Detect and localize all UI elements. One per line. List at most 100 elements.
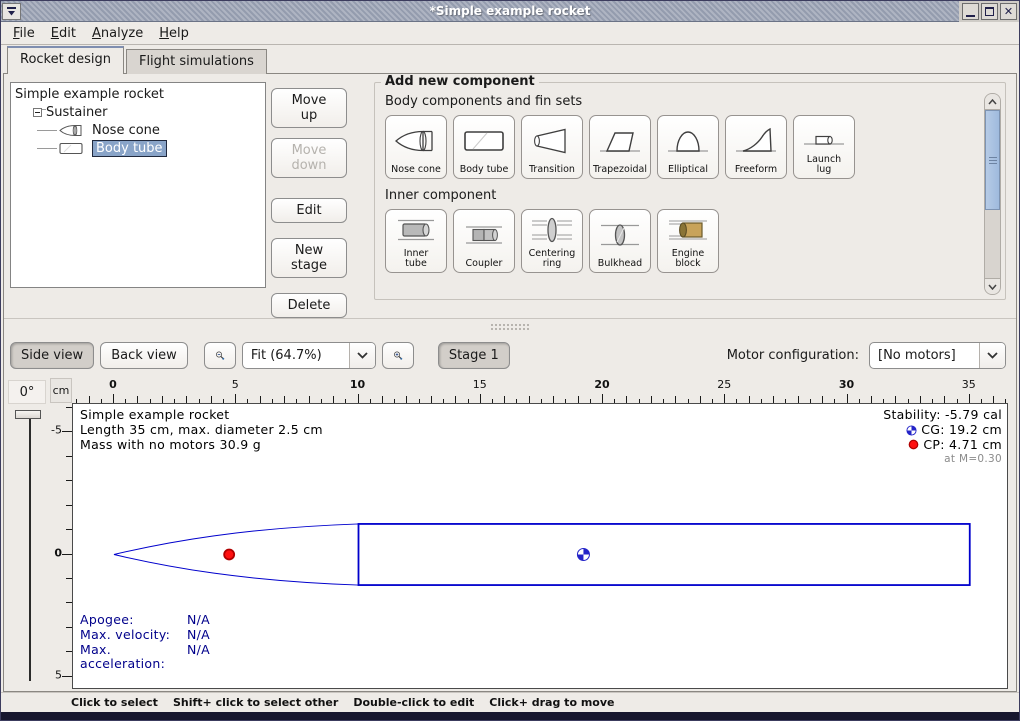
- zoom-select[interactable]: Fit (64.7%): [242, 342, 376, 369]
- rocket-canvas[interactable]: Simple example rocketLength 35 cm, max. …: [72, 403, 1008, 689]
- tree-row[interactable]: Nose cone: [59, 122, 160, 139]
- back-view-button[interactable]: Back view: [100, 342, 188, 369]
- side-view-button[interactable]: Side view: [10, 342, 94, 369]
- tree-guide-line: [37, 130, 57, 131]
- ruler-tick: [284, 396, 285, 403]
- ruler-tick: [700, 396, 701, 403]
- zoom-in-button[interactable]: [382, 342, 414, 369]
- tree-expander-icon[interactable]: [33, 108, 42, 117]
- component-scrollbar[interactable]: [984, 93, 1001, 295]
- ruler-tick: [211, 396, 212, 403]
- component-button-label: Elliptical: [668, 165, 708, 176]
- zoom-out-icon: [215, 346, 225, 365]
- design-top-panel: Simple example rocketSustainerNose coneB…: [4, 74, 1016, 318]
- tree-item-body-tube[interactable]: Body tube: [92, 140, 167, 157]
- add-transition-button[interactable]: Transition: [521, 115, 583, 179]
- add-bulkhead-button[interactable]: Bulkhead: [589, 209, 651, 273]
- scrollbar-thumb[interactable]: [985, 110, 1000, 210]
- ruler-tick: [480, 394, 481, 403]
- divider-grip[interactable]: [490, 323, 530, 331]
- nose-cone-icon: [59, 124, 87, 137]
- status-bar: Click to select Shift+ click to select ot…: [1, 692, 1019, 712]
- trapezoidal-icon: [597, 116, 643, 165]
- ruler-label: 10: [350, 378, 365, 391]
- motor-config-arrow[interactable]: [979, 343, 1005, 368]
- flight-label: Max. velocity:: [80, 628, 187, 643]
- motor-config-value: [No motors]: [870, 348, 979, 363]
- zoom-select-arrow[interactable]: [349, 343, 375, 368]
- status-hint: Click+ drag to move: [489, 696, 614, 709]
- ruler-label: 35: [962, 378, 976, 391]
- add-nose-cone-button[interactable]: Nose cone: [385, 115, 447, 179]
- tree-item-nose-cone[interactable]: Nose cone: [92, 123, 160, 138]
- freeform-icon: [733, 116, 779, 165]
- coupler-icon: [461, 210, 507, 259]
- component-tree[interactable]: Simple example rocket Sustainer Nose cone B…: [10, 82, 266, 288]
- tree-row[interactable]: Body tube: [59, 140, 167, 157]
- add-engine-block-button[interactable]: Engineblock: [657, 209, 719, 273]
- chevron-up-icon: [988, 99, 997, 105]
- cp-marker: [224, 550, 234, 560]
- tree-row[interactable]: Simple example rocket: [15, 86, 164, 103]
- motor-config-label: Motor configuration:: [727, 348, 859, 363]
- new-stage-button[interactable]: New stage: [271, 238, 347, 278]
- menu-help[interactable]: Help: [151, 24, 197, 43]
- title-bar[interactable]: *Simple example rocket ✕: [1, 1, 1019, 22]
- edit-button[interactable]: Edit: [271, 198, 347, 223]
- menu-analyze[interactable]: Analyze: [84, 24, 151, 43]
- delete-button[interactable]: Delete: [271, 293, 347, 318]
- tab-rocket-design[interactable]: Rocket design: [7, 46, 124, 74]
- engine-block-icon: [665, 210, 711, 249]
- ruler-label: 0: [109, 378, 117, 391]
- move-up-button[interactable]: Move up: [271, 88, 347, 128]
- status-hint: Shift+ click to select other: [173, 696, 338, 709]
- menu-bar: FileEditAnalyzeHelp: [1, 22, 1019, 45]
- stage-1-toggle[interactable]: Stage 1: [438, 342, 510, 369]
- bulkhead-icon: [597, 210, 643, 259]
- window-title: *Simple example rocket: [1, 4, 1019, 18]
- add-inner-tube-button[interactable]: Innertube: [385, 209, 447, 273]
- add-body-tube-button[interactable]: Body tube: [453, 115, 515, 179]
- add-centering-ring-button[interactable]: Centeringring: [521, 209, 583, 273]
- flight-row: Apogee:N/A: [80, 613, 210, 628]
- motor-config-select[interactable]: [No motors]: [869, 342, 1006, 369]
- tree-item-rocket[interactable]: Simple example rocket: [15, 87, 164, 102]
- menu-edit[interactable]: Edit: [43, 24, 84, 43]
- tab-flight-simulations[interactable]: Flight simulations: [126, 49, 267, 74]
- component-button-label: Launchlug: [807, 155, 841, 176]
- component-button-label: Innertube: [404, 249, 429, 270]
- nose-cone-shape[interactable]: [114, 524, 359, 585]
- add-freeform-button[interactable]: Freeform: [725, 115, 787, 179]
- rotation-slider[interactable]: [12, 408, 46, 685]
- status-hint: Double-click to edit: [353, 696, 474, 709]
- ruler-tick: [798, 396, 799, 403]
- ruler-label: 30: [839, 378, 854, 391]
- slider-thumb[interactable]: [15, 410, 41, 419]
- add-elliptical-button[interactable]: Elliptical: [657, 115, 719, 179]
- menu-file[interactable]: File: [5, 24, 43, 43]
- component-button-label: Freeform: [735, 165, 777, 176]
- split-pane-divider[interactable]: [4, 318, 1016, 334]
- add-trapezoidal-button[interactable]: Trapezoidal: [589, 115, 651, 179]
- tree-action-buttons: Move upMove downEditNew stageDelete: [266, 82, 352, 318]
- component-button-row: Nose coneBody tubeTransitionTrapezoidal E…: [385, 115, 979, 179]
- add-coupler-button[interactable]: Coupler: [453, 209, 515, 273]
- tree-row[interactable]: Sustainer: [33, 104, 108, 121]
- tree-item-stage[interactable]: Sustainer: [46, 105, 108, 120]
- ruler-tick: [333, 396, 334, 403]
- flight-data: Apogee:N/AMax. velocity:N/AMax. accelera…: [80, 613, 210, 672]
- rocket-design-panel: Simple example rocketSustainerNose coneB…: [3, 74, 1017, 692]
- design-bottom-panel: Side view Back view Fit (64.7%): [4, 334, 1016, 691]
- nose-cone-icon: [393, 116, 439, 165]
- scroll-up-button[interactable]: [985, 94, 1000, 110]
- zoom-out-button[interactable]: [204, 342, 236, 369]
- scroll-down-button[interactable]: [985, 278, 1000, 294]
- flight-label: Apogee:: [80, 613, 187, 628]
- ruler-tick: [602, 394, 603, 403]
- ruler-tick: [186, 396, 187, 403]
- body-tube-shape[interactable]: [359, 524, 970, 585]
- add-launch-lug-button[interactable]: Launchlug: [793, 115, 855, 179]
- status-hint: Click to select: [71, 696, 158, 709]
- slider-track[interactable]: [29, 412, 31, 681]
- ruler-unit-label: cm: [50, 378, 72, 403]
